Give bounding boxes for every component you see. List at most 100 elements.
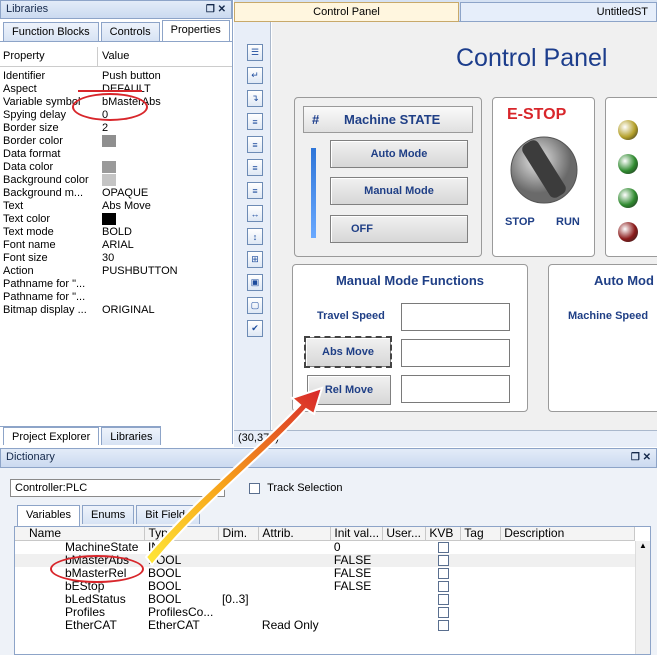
manual-mode-button[interactable]: Manual Mode: [330, 177, 468, 205]
property-row[interactable]: Pathname for "...: [0, 291, 232, 304]
tab-properties[interactable]: Properties: [161, 20, 230, 41]
track-selection[interactable]: Track Selection: [249, 482, 342, 494]
property-value[interactable]: [98, 291, 232, 304]
kvb-checkbox[interactable]: [437, 542, 449, 554]
table-row[interactable]: MachineState INT 0: [15, 541, 635, 555]
cell-kvb: [426, 606, 461, 619]
property-value[interactable]: OPAQUE: [98, 187, 232, 200]
tab-controls[interactable]: Controls: [100, 22, 160, 41]
property-row[interactable]: Background m... OPAQUE: [0, 187, 232, 200]
table-row[interactable]: bLedStatus BOOL [0..3]: [15, 593, 635, 606]
column-header[interactable]: Attrib.: [258, 527, 332, 541]
tab-project-explorer[interactable]: Project Explorer: [3, 427, 100, 445]
column-header[interactable]: Type: [144, 527, 220, 541]
cell-init: [331, 606, 383, 619]
property-value[interactable]: BOLD: [98, 226, 232, 239]
property-row[interactable]: Action PUSHBUTTON: [0, 265, 232, 278]
tab-function-blocks[interactable]: Function Blocks: [3, 22, 99, 41]
property-value[interactable]: Abs Move: [98, 200, 232, 213]
color-swatch[interactable]: [102, 135, 116, 147]
controller-select[interactable]: Controller:PLC ▾: [10, 479, 225, 497]
property-row[interactable]: Bitmap display ... ORIGINAL: [0, 304, 232, 317]
abs-move-button[interactable]: Abs Move: [304, 336, 392, 368]
kvb-checkbox[interactable]: [437, 607, 449, 619]
kvb-checkbox[interactable]: [437, 581, 449, 593]
property-value[interactable]: ORIGINAL: [98, 304, 232, 317]
column-header[interactable]: Description: [500, 527, 635, 541]
rel-move-button[interactable]: Rel Move: [307, 375, 391, 405]
highlight-circle-bmasterabs: [50, 555, 144, 583]
table-row[interactable]: EtherCAT EtherCAT Read Only: [15, 619, 635, 632]
column-header[interactable]: Dim.: [218, 527, 260, 541]
property-row[interactable]: Border size 2: [0, 122, 232, 135]
align-bottom-icon[interactable]: ≡: [247, 182, 263, 199]
property-row[interactable]: Data color: [0, 161, 232, 174]
space-horizontal-icon[interactable]: ↔: [247, 205, 263, 222]
selector-switch-icon[interactable]: [509, 132, 579, 206]
align-top-icon[interactable]: ≡: [247, 136, 263, 153]
travel-speed-input[interactable]: [401, 303, 510, 331]
align-left-icon[interactable]: ≡: [247, 113, 263, 130]
property-value[interactable]: 2: [98, 122, 232, 135]
page-icon[interactable]: ↵: [247, 67, 263, 84]
property-row[interactable]: Background color: [0, 174, 232, 187]
property-row[interactable]: Pathname for "...: [0, 278, 232, 291]
layout-toolbar: ☰ ↵ ↴ ≡ ≡ ≡ ≡ ↔ ↕ ⊞ ▣ ▢ ✔: [234, 22, 271, 430]
tab-enums[interactable]: Enums: [82, 505, 135, 524]
column-header[interactable]: User...: [382, 527, 427, 541]
highlight-circle-variable: [72, 93, 148, 121]
kvb-checkbox[interactable]: [437, 568, 449, 580]
properties-header: Property Value: [0, 47, 232, 67]
align-right-icon[interactable]: ≡: [247, 159, 263, 176]
kvb-checkbox[interactable]: [437, 620, 449, 632]
table-row[interactable]: Profiles ProfilesCo...: [15, 606, 635, 619]
tab-variables[interactable]: Variables: [17, 505, 81, 526]
send-back-icon[interactable]: ▢: [247, 297, 263, 314]
color-swatch[interactable]: [102, 213, 116, 225]
property-value[interactable]: PUSHBUTTON: [98, 265, 232, 278]
pin-close-icon[interactable]: ❐ ✕: [206, 1, 226, 18]
cell-kvb: [426, 541, 461, 555]
column-header[interactable]: Tag: [460, 527, 502, 541]
column-header[interactable]: Init val...: [330, 527, 384, 541]
auto-mode-button[interactable]: Auto Mode: [330, 140, 468, 168]
off-button[interactable]: OFF: [330, 215, 468, 243]
vertical-scrollbar[interactable]: ▲: [635, 541, 650, 654]
kvb-checkbox[interactable]: [437, 594, 449, 606]
property-row[interactable]: Data format: [0, 148, 232, 161]
property-row[interactable]: Text color: [0, 213, 232, 226]
property-row[interactable]: Font name ARIAL: [0, 239, 232, 252]
property-value[interactable]: 30: [98, 252, 232, 265]
property-row[interactable]: Identifier Push button: [0, 70, 232, 83]
goto-icon[interactable]: ☰: [247, 44, 263, 61]
track-selection-checkbox[interactable]: [249, 482, 260, 494]
tab-libraries-bottom[interactable]: Libraries: [101, 427, 162, 445]
space-vertical-icon[interactable]: ↕: [247, 228, 263, 245]
kvb-checkbox[interactable]: [437, 555, 449, 567]
property-value[interactable]: [98, 148, 232, 161]
property-row[interactable]: Border color: [0, 135, 232, 148]
page-arrow-icon[interactable]: ↴: [247, 90, 263, 107]
bring-front-icon[interactable]: ▣: [247, 274, 263, 291]
cell-type: BOOL: [147, 554, 182, 567]
tab-bit-fields[interactable]: Bit Fields: [136, 505, 200, 524]
tab-untitledst[interactable]: UntitledST: [460, 2, 657, 22]
property-row[interactable]: Text Abs Move: [0, 200, 232, 213]
property-value[interactable]: [98, 278, 232, 291]
rel-move-input[interactable]: [401, 375, 510, 403]
pin-close-icon[interactable]: ❐ ✕: [631, 449, 651, 466]
dictionary-panel: Dictionary ❐ ✕ Controller:PLC ▾ Track Se…: [0, 448, 657, 655]
check-icon[interactable]: ✔: [247, 320, 263, 337]
grid-icon[interactable]: ⊞: [247, 251, 263, 268]
property-row[interactable]: Font size 30: [0, 252, 232, 265]
libraries-panel: Libraries ❐ ✕ Function Blocks Controls P…: [0, 0, 233, 445]
property-row[interactable]: Text mode BOLD: [0, 226, 232, 239]
property-value[interactable]: Push button: [98, 70, 232, 83]
property-value[interactable]: ARIAL: [98, 239, 232, 252]
color-swatch[interactable]: [102, 161, 116, 173]
column-header[interactable]: Name: [15, 527, 146, 541]
tab-control-panel[interactable]: Control Panel: [234, 2, 459, 22]
column-header[interactable]: KVB: [425, 527, 462, 541]
color-swatch[interactable]: [102, 174, 116, 186]
abs-move-input[interactable]: [401, 339, 510, 367]
